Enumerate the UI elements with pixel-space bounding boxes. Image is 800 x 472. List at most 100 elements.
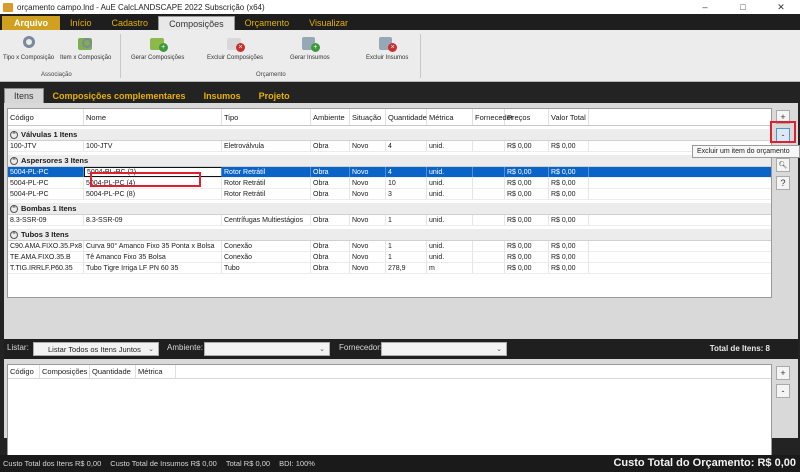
item-composicao-button[interactable]: Item x Composição: [60, 34, 111, 61]
column-header[interactable]: Métrica: [136, 365, 176, 378]
table-cell[interactable]: 100-JTV: [8, 141, 84, 151]
collapse-chevron-icon[interactable]: ^: [10, 230, 18, 239]
table-cell[interactable]: [473, 189, 505, 199]
fornecedor-select[interactable]: ⌄: [381, 342, 507, 356]
table-cell[interactable]: 8.3-SSR-09: [8, 215, 84, 225]
table-cell[interactable]: 3: [386, 189, 427, 199]
menu-tab-cadastro[interactable]: Cadastro: [102, 16, 159, 30]
table-cell[interactable]: Tubo: [222, 263, 311, 273]
table-cell[interactable]: Rotor Retrátil: [222, 178, 311, 188]
table-row[interactable]: 5004-PL-PC 5004-PL-PC (8) Rotor Retrátil Ob…: [8, 189, 771, 200]
gerar-insumos-button[interactable]: + Gerar Insumos: [290, 34, 330, 61]
column-header[interactable]: Código: [8, 365, 40, 378]
help-button[interactable]: ?: [776, 176, 790, 190]
table-row[interactable]: 100-JTV 100-JTV Eletroválvula Obra Novo 4 unid…: [8, 141, 771, 152]
table-cell[interactable]: Conexão: [222, 252, 311, 262]
table-cell[interactable]: Novo: [350, 189, 386, 199]
table-cell[interactable]: 8.3-SSR-09: [84, 215, 222, 225]
table-cell[interactable]: 1: [386, 241, 427, 251]
group-row[interactable]: ^ Aspersores 3 Itens: [8, 155, 771, 167]
table-cell[interactable]: R$ 0,00: [549, 141, 589, 151]
table-cell[interactable]: 1: [386, 215, 427, 225]
column-header[interactable]: Quantidade: [90, 365, 136, 378]
column-header[interactable]: Nome: [84, 109, 222, 125]
table-cell[interactable]: 5004-PL-PC: [8, 167, 84, 177]
table-cell[interactable]: 5004-PL-PC: [8, 178, 84, 188]
tab-projeto[interactable]: Projeto: [250, 88, 299, 103]
column-header[interactable]: Código: [8, 109, 84, 125]
table-cell[interactable]: 1: [386, 252, 427, 262]
column-header[interactable]: Situação: [350, 109, 386, 125]
table-cell[interactable]: m: [427, 263, 473, 273]
table-cell[interactable]: R$ 0,00: [505, 252, 549, 262]
table-cell[interactable]: [473, 241, 505, 251]
table-cell[interactable]: T.TIG.IRRLF.P60.35: [8, 263, 84, 273]
list-select[interactable]: Listar Todos os Itens Juntos ⌄: [33, 342, 159, 356]
table-cell[interactable]: [473, 252, 505, 262]
table-cell[interactable]: Novo: [350, 178, 386, 188]
group-row[interactable]: ^ Válvulas 1 Itens: [8, 129, 771, 141]
table-row[interactable]: TE.AMA.FIXO.35.B Tê Amanco Fixo 35 Bolsa C…: [8, 252, 771, 263]
table-cell[interactable]: [473, 215, 505, 225]
close-button[interactable]: ✕: [762, 0, 800, 14]
table-cell[interactable]: Tubo Tigre Irriga LF PN 60 35: [84, 263, 222, 273]
table-cell[interactable]: R$ 0,00: [549, 167, 589, 177]
collapse-chevron-icon[interactable]: ^: [10, 156, 18, 165]
table-cell[interactable]: Centrífugas Multiestágios: [222, 215, 311, 225]
remove-composition-button[interactable]: -: [776, 384, 790, 398]
column-header[interactable]: Tipo: [222, 109, 311, 125]
table-cell[interactable]: [473, 263, 505, 273]
table-cell[interactable]: R$ 0,00: [505, 141, 549, 151]
table-cell[interactable]: unid.: [427, 167, 473, 177]
collapse-chevron-icon[interactable]: ^: [10, 130, 18, 139]
search-button[interactable]: 🔍︎: [776, 158, 790, 172]
table-cell[interactable]: C90.AMA.FIXO.35.Px8: [8, 241, 84, 251]
add-composition-button[interactable]: +: [776, 366, 790, 380]
table-cell[interactable]: 4: [386, 141, 427, 151]
table-cell[interactable]: TE.AMA.FIXO.35.B: [8, 252, 84, 262]
table-cell[interactable]: [473, 141, 505, 151]
table-cell[interactable]: R$ 0,00: [549, 263, 589, 273]
menu-tab-orcamento[interactable]: Orçamento: [235, 16, 300, 30]
menu-tab-inicio[interactable]: Início: [60, 16, 102, 30]
table-cell[interactable]: Obra: [311, 141, 350, 151]
table-cell[interactable]: Tê Amanco Fixo 35 Bolsa: [84, 252, 222, 262]
table-cell[interactable]: Novo: [350, 263, 386, 273]
table-cell[interactable]: Curva 90° Amanco Fixo 35 Ponta x Bolsa: [84, 241, 222, 251]
column-header[interactable]: Quantidade: [386, 109, 427, 125]
table-cell[interactable]: [473, 167, 505, 177]
menu-tab-composicoes[interactable]: Composições: [158, 16, 235, 30]
table-cell[interactable]: 5004-PL-PC: [8, 189, 84, 199]
column-header[interactable]: Ambiente: [311, 109, 350, 125]
column-header[interactable]: Composições: [40, 365, 90, 378]
table-cell[interactable]: Rotor Retrátil: [222, 167, 311, 177]
table-cell[interactable]: 10: [386, 178, 427, 188]
table-cell[interactable]: unid.: [427, 215, 473, 225]
table-cell[interactable]: Novo: [350, 167, 386, 177]
table-cell[interactable]: R$ 0,00: [505, 215, 549, 225]
gerar-composicoes-button[interactable]: + Gerar Composições: [131, 34, 184, 61]
table-cell[interactable]: Obra: [311, 178, 350, 188]
table-cell[interactable]: unid.: [427, 252, 473, 262]
table-cell[interactable]: 100-JTV: [84, 141, 222, 151]
table-cell[interactable]: Obra: [311, 189, 350, 199]
menu-tab-arquivo[interactable]: Arquivo: [2, 16, 61, 30]
table-cell[interactable]: Obra: [311, 215, 350, 225]
table-cell[interactable]: unid.: [427, 141, 473, 151]
table-cell[interactable]: [473, 178, 505, 188]
table-cell[interactable]: Novo: [350, 241, 386, 251]
excluir-composicoes-button[interactable]: × Excluir Composições: [207, 34, 263, 61]
menu-tab-visualizar[interactable]: Visualizar: [299, 16, 358, 30]
table-cell[interactable]: R$ 0,00: [505, 241, 549, 251]
table-cell[interactable]: Obra: [311, 241, 350, 251]
tab-insumos[interactable]: Insumos: [195, 88, 250, 103]
group-row[interactable]: ^ Tubos 3 Itens: [8, 229, 771, 241]
table-cell[interactable]: 5004-PL-PC (8): [84, 189, 222, 199]
tab-composicoes-complementares[interactable]: Composições complementares: [44, 88, 195, 103]
ambiente-select[interactable]: ⌄: [204, 342, 330, 356]
table-cell[interactable]: Novo: [350, 141, 386, 151]
tipo-composicao-button[interactable]: Tipo x Composição: [3, 34, 54, 61]
table-cell[interactable]: R$ 0,00: [549, 178, 589, 188]
tab-itens[interactable]: Itens: [4, 88, 44, 103]
table-cell[interactable]: R$ 0,00: [505, 189, 549, 199]
